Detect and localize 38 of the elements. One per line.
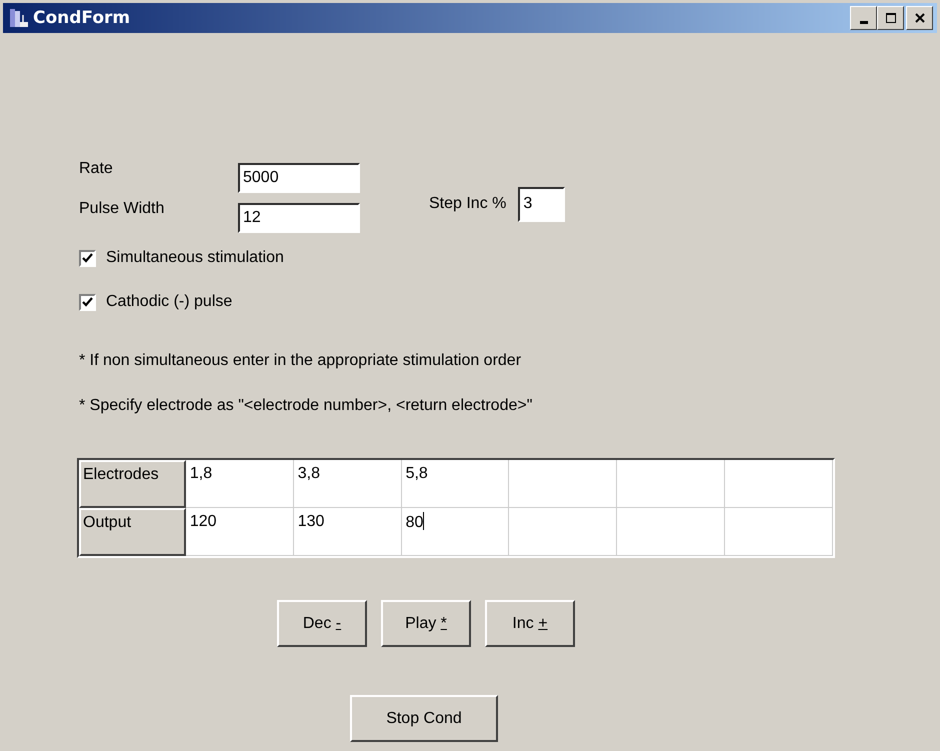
- checkbox[interactable]: [79, 250, 96, 266]
- table-cell[interactable]: 1,8: [186, 460, 294, 508]
- checkbox-label: Cathodic (-) pulse: [106, 293, 232, 311]
- table-cell[interactable]: 130: [294, 508, 402, 556]
- window-title: CondForm: [33, 8, 132, 28]
- input-field[interactable]: 5000: [238, 163, 360, 193]
- table-cell[interactable]: [725, 508, 834, 556]
- checkbox-label: Simultaneous stimulation: [106, 249, 284, 267]
- app-icon: [9, 7, 31, 29]
- table-cell[interactable]: [725, 460, 834, 508]
- field-label: Step Inc %: [429, 194, 506, 214]
- close-icon: [914, 12, 926, 24]
- table-cell[interactable]: 120: [186, 508, 294, 556]
- maximize-icon: [884, 12, 896, 24]
- minimize-icon: [860, 20, 868, 24]
- row-header: Electrodes: [79, 460, 186, 508]
- field-label: Pulse Width: [79, 199, 166, 219]
- table-cell[interactable]: [509, 508, 618, 556]
- table-cell[interactable]: [509, 460, 618, 508]
- note-text: * Specify electrode as "<electrode number>, <return electrode>": [79, 396, 534, 416]
- close-button[interactable]: [906, 6, 933, 30]
- maximize-button[interactable]: [877, 6, 904, 30]
- table-cell[interactable]: 3,8: [294, 460, 402, 508]
- field-label: Rate: [79, 159, 114, 179]
- input-field[interactable]: 3: [518, 186, 566, 222]
- note-text: * If non simultaneous enter in the appropriate stimulation order: [79, 351, 522, 371]
- table-cell[interactable]: [617, 508, 726, 556]
- action-button[interactable]: Play *: [381, 600, 471, 647]
- table-cell[interactable]: 5,8: [402, 460, 510, 508]
- row-header: Output: [79, 508, 186, 556]
- stop-button[interactable]: Stop Cond: [350, 695, 498, 742]
- minimize-button[interactable]: [850, 6, 877, 30]
- checkbox[interactable]: [79, 294, 96, 310]
- action-button[interactable]: Inc +: [485, 600, 575, 647]
- table-cell[interactable]: 80: [402, 508, 510, 556]
- input-field[interactable]: 12: [238, 203, 360, 233]
- table-cell[interactable]: [617, 460, 726, 508]
- action-button[interactable]: Dec -: [277, 600, 367, 647]
